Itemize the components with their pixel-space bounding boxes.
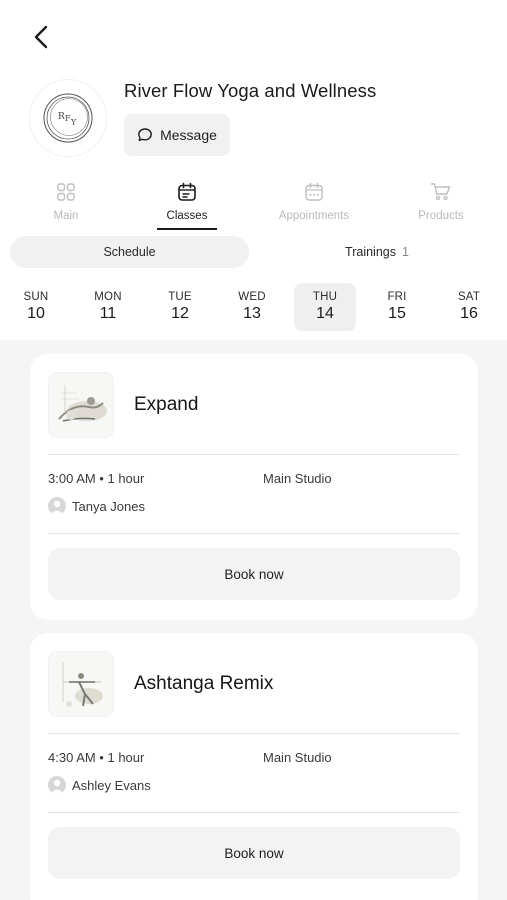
studio-logo: R F Y	[30, 80, 106, 156]
card-divider	[48, 733, 460, 734]
trainings-count-badge: 1	[402, 245, 409, 259]
cart-icon	[430, 183, 451, 201]
instructor-name: Ashley Evans	[72, 777, 151, 793]
day-name: FRI	[387, 291, 407, 303]
active-tab-indicator	[157, 228, 217, 230]
yoga-pose-image	[49, 652, 113, 716]
grid-icon	[57, 183, 75, 201]
tab-appointments[interactable]: Appointments	[264, 176, 364, 232]
tab-products-label: Products	[418, 210, 464, 222]
day-name: SAT	[457, 291, 481, 303]
tab-classes-label: Classes	[166, 210, 208, 222]
tab-main[interactable]: Main	[16, 176, 116, 232]
day-thu[interactable]: THU 14	[294, 283, 356, 331]
class-room: Main Studio	[263, 471, 332, 486]
day-name: THU	[312, 291, 338, 303]
card-divider	[48, 812, 460, 813]
day-number: 12	[171, 305, 189, 322]
class-title[interactable]: Ashtanga Remix	[134, 673, 273, 695]
person-icon	[50, 779, 64, 794]
class-room: Main Studio	[263, 750, 332, 765]
avatar	[48, 497, 66, 515]
class-title[interactable]: Expand	[134, 394, 198, 416]
day-number: 16	[460, 305, 478, 322]
class-instructor[interactable]: Ashley Evans	[48, 776, 151, 794]
tab-appointments-label: Appointments	[278, 210, 350, 222]
class-thumbnail	[49, 373, 113, 437]
tab-classes[interactable]: Classes	[137, 176, 237, 232]
segment-trainings-label: Trainings	[345, 245, 396, 259]
day-name: TUE	[168, 291, 192, 303]
chat-bubble-icon	[138, 128, 152, 142]
yoga-pose-image	[49, 373, 113, 437]
day-name: MON	[94, 291, 122, 303]
svg-text:Y: Y	[70, 118, 77, 127]
class-card: Ashtanga Remix 4:30 AM • 1 hour Main Stu…	[30, 633, 478, 900]
card-divider	[48, 533, 460, 534]
class-instructor[interactable]: Tanya Jones	[48, 497, 145, 515]
day-name: SUN	[23, 291, 49, 303]
class-card: Expand 3:00 AM • 1 hour Main Studio Tany…	[30, 354, 478, 620]
tab-bar: Main Classes Appointments Products	[0, 176, 507, 232]
week-day-strip: SUN 10 MON 11 TUE 12 WED 13 THU 14 FRI 1…	[0, 283, 507, 331]
day-name: WED	[238, 291, 266, 303]
calendar-icon	[178, 182, 196, 201]
day-number: 14	[316, 305, 334, 322]
day-sat[interactable]: SAT 16	[438, 283, 500, 331]
avatar	[48, 776, 66, 794]
person-icon	[50, 500, 64, 515]
studio-name: River Flow Yoga and Wellness	[124, 80, 377, 101]
day-number: 11	[99, 305, 117, 322]
book-now-button[interactable]: Book now	[48, 548, 460, 600]
message-button[interactable]: Message	[124, 114, 230, 156]
day-number: 15	[388, 305, 406, 322]
segment-schedule[interactable]: Schedule	[10, 236, 249, 268]
class-time: 4:30 AM • 1 hour	[48, 750, 145, 765]
message-button-label: Message	[160, 127, 217, 143]
day-tue[interactable]: TUE 12	[149, 283, 211, 331]
book-now-button[interactable]: Book now	[48, 827, 460, 879]
chevron-left-icon	[34, 25, 48, 49]
class-thumbnail	[49, 652, 113, 716]
day-number: 10	[27, 305, 45, 322]
segment-schedule-label: Schedule	[103, 245, 156, 259]
back-button[interactable]	[26, 22, 56, 52]
studio-logo-mark: R F Y	[43, 93, 93, 143]
tab-products[interactable]: Products	[391, 176, 491, 232]
day-sun[interactable]: SUN 10	[5, 283, 67, 331]
class-time: 3:00 AM • 1 hour	[48, 471, 145, 486]
instructor-name: Tanya Jones	[72, 498, 145, 514]
calendar-dots-icon	[305, 182, 323, 201]
day-number: 13	[243, 305, 261, 322]
tab-main-label: Main	[53, 210, 79, 222]
class-list: Expand 3:00 AM • 1 hour Main Studio Tany…	[0, 340, 507, 900]
card-divider	[48, 454, 460, 455]
day-fri[interactable]: FRI 15	[366, 283, 428, 331]
day-wed[interactable]: WED 13	[221, 283, 283, 331]
segment-trainings[interactable]: Trainings 1	[257, 236, 497, 268]
schedule-segment-control: Schedule Trainings 1	[10, 236, 497, 268]
studio-page: R F Y River Flow Yoga and Wellness Messa…	[0, 0, 507, 900]
day-mon[interactable]: MON 11	[77, 283, 139, 331]
svg-text:R: R	[58, 112, 65, 122]
